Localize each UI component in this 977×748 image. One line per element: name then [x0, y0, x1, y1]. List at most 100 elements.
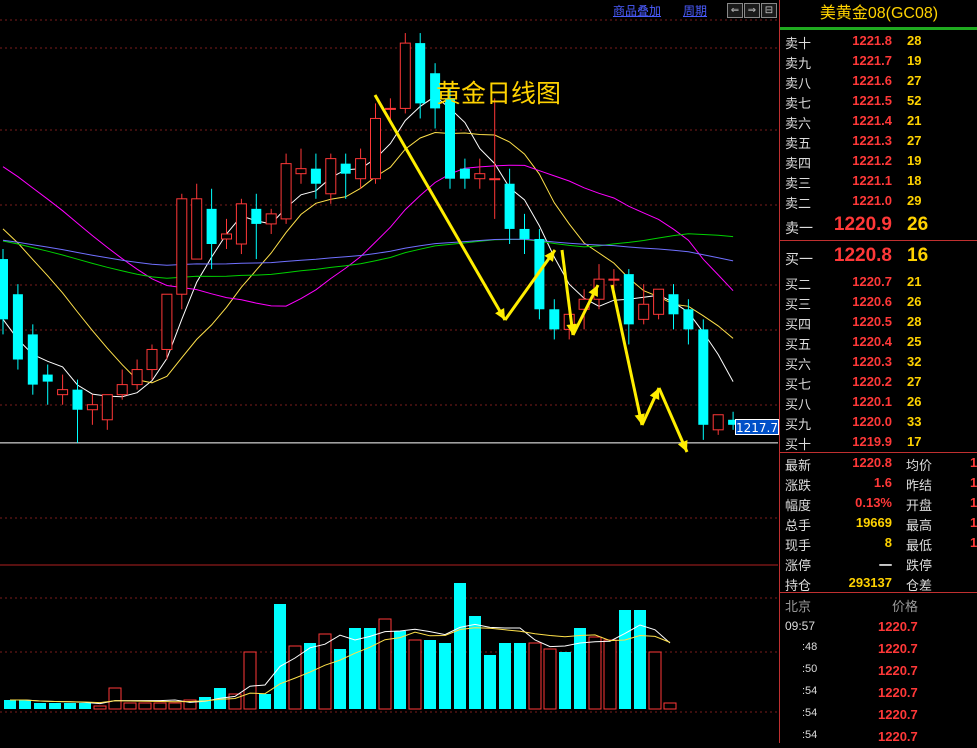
- stat-value: 19669: [855, 515, 892, 530]
- stat-value: 0.13%: [855, 495, 892, 510]
- scroll-end-button[interactable]: ⊟: [761, 3, 777, 18]
- candle-body: [12, 294, 23, 360]
- volume-bar: [274, 604, 286, 709]
- ask-volume: 18: [907, 173, 922, 188]
- tick-price: 1220.7: [878, 729, 918, 744]
- volume-bar: [574, 628, 586, 709]
- tick-row: :50 1220.7: [780, 660, 977, 682]
- candle-body: [415, 43, 426, 104]
- bid-row[interactable]: 买四 1220.5 28: [780, 312, 977, 332]
- overlay-link[interactable]: 商品叠加: [613, 2, 661, 19]
- stat-label: 幅度: [785, 498, 812, 513]
- volume-bar: [514, 643, 526, 709]
- instrument-title[interactable]: 美黄金08(GC08): [780, 0, 977, 27]
- trend-arrow: [503, 249, 557, 321]
- candle-body: [489, 178, 501, 181]
- bid-label: 买四: [785, 317, 812, 332]
- ask-row[interactable]: 卖十 1221.8 28: [780, 31, 977, 51]
- bid-row[interactable]: 买三 1220.6 26: [780, 292, 977, 312]
- bid-label: 买二: [785, 277, 812, 292]
- volume-bar: [559, 652, 571, 709]
- ask-row[interactable]: 卖二 1221.0 29: [780, 191, 977, 211]
- volume-bar: [663, 702, 677, 710]
- candle-body: [72, 389, 83, 410]
- candle-body: [57, 389, 69, 396]
- volume-bar: [49, 703, 61, 709]
- stat-row: 涨停 一跌停: [780, 553, 977, 573]
- volume-bar: [93, 705, 107, 710]
- candle-body: [295, 168, 307, 175]
- stat-label: 跌停: [906, 558, 933, 573]
- volume-bar: [4, 700, 16, 709]
- price-tag: 1217.7: [735, 419, 779, 435]
- stat-row: 最新 1220.8 均价 1: [780, 453, 977, 473]
- bid-price: 1220.7: [852, 274, 892, 289]
- kline-chart[interactable]: [0, 0, 778, 743]
- bid-row[interactable]: 买一 1220.8 16: [780, 245, 977, 271]
- volume-bar: [619, 610, 631, 709]
- volume-bar: [394, 631, 406, 709]
- stat-value: 1: [970, 455, 977, 470]
- candle-body: [161, 293, 173, 350]
- bid-row[interactable]: 买十 1219.9 17: [780, 432, 977, 452]
- scroll-left-button[interactable]: ⇐: [727, 3, 743, 18]
- divider: [780, 240, 977, 241]
- bid-price: 1220.6: [852, 294, 892, 309]
- volume-bar: [648, 651, 662, 710]
- ask-label: 卖三: [785, 176, 812, 191]
- scroll-right-button[interactable]: ⇒: [744, 3, 760, 18]
- ask-price: 1221.8: [852, 33, 892, 48]
- volume-bar: [243, 651, 257, 710]
- candle-body: [86, 404, 98, 411]
- volume-bar: [304, 643, 316, 709]
- ask-volume: 27: [907, 133, 922, 148]
- period-link[interactable]: 周期: [683, 2, 707, 19]
- bid-price: 1220.5: [852, 314, 892, 329]
- ask-volume: 26: [907, 214, 929, 235]
- candle-body: [608, 278, 620, 281]
- stat-label: 总手: [785, 518, 812, 533]
- tick-row: :48 1220.7: [780, 638, 977, 660]
- ask-row[interactable]: 卖三 1221.1 18: [780, 171, 977, 191]
- candle-body: [235, 203, 247, 245]
- bid-row[interactable]: 买五 1220.4 25: [780, 332, 977, 352]
- candle-body: [474, 173, 486, 180]
- ask-row[interactable]: 卖六 1221.4 21: [780, 111, 977, 131]
- divider: [780, 592, 977, 593]
- volume-bar: [259, 694, 271, 709]
- bid-row[interactable]: 买二 1220.7 21: [780, 272, 977, 292]
- candle-body: [146, 348, 158, 371]
- tick-row: 09:57 1220.7: [780, 616, 977, 638]
- ask-row[interactable]: 卖四 1221.2 19: [780, 151, 977, 171]
- ask-label: 卖十: [785, 36, 812, 51]
- ask-label: 卖八: [785, 76, 812, 91]
- stat-value: 8: [884, 535, 892, 550]
- volume-bar: [603, 639, 617, 710]
- ask-row[interactable]: 卖五 1221.3 27: [780, 131, 977, 151]
- ask-volume: 19: [907, 53, 922, 68]
- bid-row[interactable]: 买七 1220.2 27: [780, 372, 977, 392]
- ask-row[interactable]: 卖九 1221.7 19: [780, 51, 977, 71]
- ask-row[interactable]: 卖一 1220.9 26: [780, 214, 977, 240]
- candle-body: [42, 374, 53, 382]
- bid-volume: 26: [907, 294, 922, 309]
- bid-row[interactable]: 买九 1220.0 33: [780, 412, 977, 432]
- bid-volume: 28: [907, 314, 922, 329]
- chart-panel[interactable]: 商品叠加 周期 ⇐ ⇒ ⊟ 黄金日线图 1217.7: [0, 0, 779, 743]
- ma20-line: [2, 164, 734, 307]
- stat-label: 均价: [906, 458, 933, 473]
- bid-label: 买三: [785, 297, 812, 312]
- bid-row[interactable]: 买六 1220.3 32: [780, 352, 977, 372]
- tick-price: 1220.7: [878, 663, 918, 678]
- candle-body: [668, 294, 679, 315]
- volume-bar: [138, 702, 152, 710]
- ask-row[interactable]: 卖七 1221.5 52: [780, 91, 977, 111]
- title-underline: [780, 27, 977, 30]
- ask-row[interactable]: 卖八 1221.6 27: [780, 71, 977, 91]
- candle-body: [131, 369, 143, 386]
- bid-row[interactable]: 买八 1220.1 26: [780, 392, 977, 412]
- bid-label: 买一: [785, 251, 813, 267]
- ask-price: 1221.4: [852, 113, 892, 128]
- ask-price: 1221.2: [852, 153, 892, 168]
- volume-bar: [484, 655, 496, 709]
